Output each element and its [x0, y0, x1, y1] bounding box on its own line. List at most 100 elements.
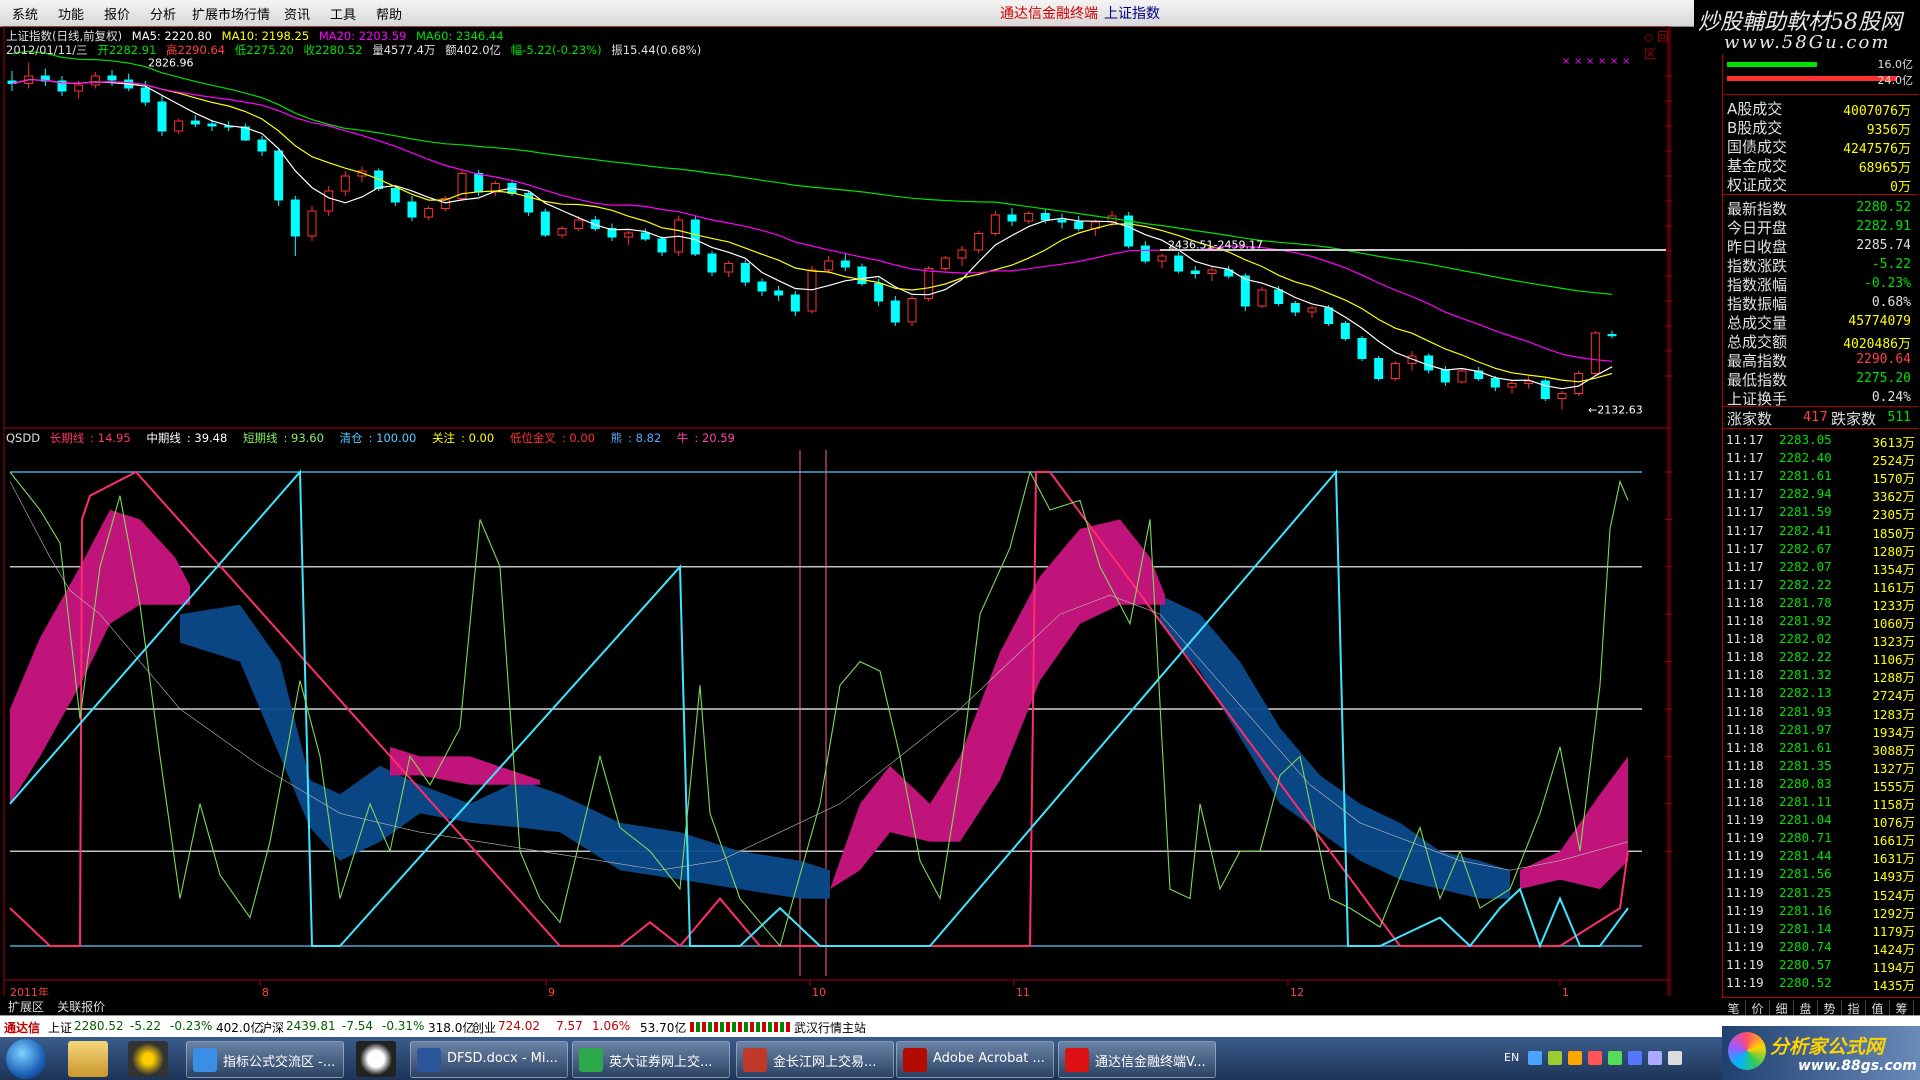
tick-time: 11:18 [1726, 594, 1764, 610]
stat-row: 权证成交 0万 [1723, 174, 1919, 195]
chart-window-controls[interactable]: ◇ 回 区 [1644, 28, 1672, 62]
tick-volume: 1850万 [1872, 525, 1915, 541]
tick-time: 11:18 [1726, 613, 1764, 628]
app-title: 通达信金融终端 上证指数 [1000, 3, 1160, 23]
index-stat-row: 总成交量 45774079 [1723, 312, 1919, 332]
menu-analysis[interactable]: 分析 [150, 4, 176, 23]
menu-tools[interactable]: 工具 [330, 4, 356, 23]
chart-area[interactable]: 2800275027002650260025502500245024002350… [0, 26, 1672, 1004]
taskbar-task[interactable]: DFSD.docx - Mi... [410, 1041, 568, 1078]
help-icon[interactable] [1528, 1051, 1542, 1065]
task-label: 通达信金融终端V... [1095, 1055, 1206, 1070]
menu-extended-market[interactable]: 扩展市场行情 [192, 4, 270, 23]
tick-volume: 1327万 [1872, 760, 1915, 776]
taskbar: 指标公式交流区 -... DFSD.docx - Mi... 英大证券网上交... 金… [0, 1037, 1920, 1080]
tray-language[interactable]: EN [1504, 1051, 1519, 1064]
status-brand[interactable]: 通达信 [4, 1019, 40, 1036]
network-icon[interactable] [1548, 1051, 1562, 1065]
stat-label: B股成交 [1727, 119, 1783, 137]
qsdd-long-value: 14.95 [97, 431, 131, 445]
qq-icon[interactable] [356, 1041, 396, 1077]
tab-related-quotes[interactable]: 关联报价 [57, 1000, 105, 1014]
status-station[interactable]: 武汉行情主站 [794, 1019, 866, 1036]
ohlc-volume: 量4577.4万 [372, 43, 436, 57]
ad-logo: 分析家公式网 www.88gs.com [1722, 1026, 1920, 1080]
tick-row: 11:17 2281.59 2305万 [1723, 504, 1919, 522]
candle-body [974, 233, 984, 251]
task-app-icon [903, 1048, 927, 1072]
tick-time: 11:17 [1726, 486, 1764, 502]
index-stat-label: 最新指数 [1727, 200, 1788, 218]
explorer-icon[interactable] [68, 1041, 108, 1077]
tick-volume: 1424万 [1872, 941, 1915, 957]
menu-system[interactable]: 系统 [12, 4, 38, 23]
tick-time: 11:19 [1726, 938, 1764, 954]
qsdd-golden-label: 低位金叉 [509, 431, 556, 445]
tick-row: 11:17 2282.67 1280万 [1723, 541, 1919, 559]
candle-body [790, 294, 800, 312]
tick-price: 2281.97 [1779, 721, 1832, 737]
candle-body [1390, 363, 1400, 379]
status-cy-label: 创业 [472, 1021, 497, 1035]
task-app-icon [743, 1048, 767, 1072]
tick-volume: 1323万 [1872, 634, 1915, 650]
taskbar-task[interactable]: 指标公式交流区 -... [186, 1041, 344, 1078]
tick-volume: 2524万 [1872, 453, 1915, 469]
taskbar-task[interactable]: 英大证券网上交... [572, 1041, 730, 1078]
bull-band [390, 746, 540, 785]
index-stat-row: 指数涨幅 -0.23% [1723, 274, 1919, 294]
taskbar-task[interactable]: Adobe Acrobat ... [896, 1041, 1054, 1078]
tick-row: 11:17 2282.40 2524万 [1723, 450, 1919, 468]
candle-body [257, 139, 267, 152]
ohlc-open: 开2282.91 [97, 43, 157, 57]
candle-body [190, 120, 200, 125]
candle-body [774, 290, 784, 296]
candle-body [657, 238, 667, 253]
tick-price: 2281.04 [1779, 812, 1832, 828]
candle-body [140, 87, 150, 103]
status-cy-amount: 53.70亿 [640, 1021, 687, 1035]
security-icon[interactable] [1588, 1051, 1602, 1065]
shield-icon[interactable] [1608, 1051, 1622, 1065]
stat-label: A股成交 [1727, 100, 1783, 118]
ohlc-date: 2012/01/11/三 [6, 43, 88, 57]
candle-body [1007, 214, 1017, 222]
clock-icon[interactable] [1668, 1051, 1682, 1065]
tick-volume: 1233万 [1872, 597, 1915, 613]
tick-row: 11:19 2281.44 1631万 [1723, 848, 1919, 866]
status-sz-pct: -0.31% [382, 1019, 425, 1033]
index-stat-row: 最高指数 2290.64 [1723, 350, 1919, 370]
menu-function[interactable]: 功能 [58, 4, 84, 23]
tick-time: 11:17 [1726, 432, 1764, 447]
menu-news[interactable]: 资讯 [284, 4, 310, 23]
tick-volume: 1106万 [1872, 652, 1915, 668]
chart-canvas[interactable]: 2800275027002650260025502500245024002350… [0, 26, 1672, 1004]
media-player-icon[interactable] [128, 1041, 168, 1077]
candle-body [874, 283, 884, 302]
display-icon[interactable] [1648, 1051, 1662, 1065]
tab-extension-area[interactable]: 扩展区 [8, 1000, 44, 1014]
tick-price: 2282.40 [1779, 450, 1832, 466]
candle-body [940, 257, 950, 269]
tick-price: 2281.14 [1779, 920, 1832, 936]
tick-row: 11:17 2283.05 3613万 [1723, 432, 1919, 450]
qq-tray-icon[interactable] [1568, 1051, 1582, 1065]
menu-help[interactable]: 帮助 [376, 4, 402, 23]
task-label: 英大证券网上交... [609, 1055, 713, 1070]
taskbar-task[interactable]: 金长江网上交易... [736, 1041, 894, 1078]
tick-price: 2282.07 [1779, 558, 1832, 574]
bottom-tabs: 扩展区 关联报价 [0, 996, 1722, 1014]
candle-body [1074, 221, 1084, 229]
menu-quote[interactable]: 报价 [104, 4, 130, 23]
candle-body [890, 300, 900, 323]
candle-body [957, 249, 967, 259]
tick-price: 2281.78 [1779, 594, 1832, 610]
qsdd-watch-label: 关注 [432, 431, 456, 445]
tick-row: 11:18 2282.02 1323万 [1723, 631, 1919, 649]
tick-row: 11:18 2281.78 1233万 [1723, 595, 1919, 613]
taskbar-task[interactable]: 通达信金融终端V... [1058, 1041, 1216, 1078]
tick-row: 11:17 2282.07 1354万 [1723, 559, 1919, 577]
volume-icon[interactable] [1628, 1051, 1642, 1065]
ma5-line [11, 79, 1613, 390]
start-button-icon[interactable] [6, 1039, 46, 1079]
